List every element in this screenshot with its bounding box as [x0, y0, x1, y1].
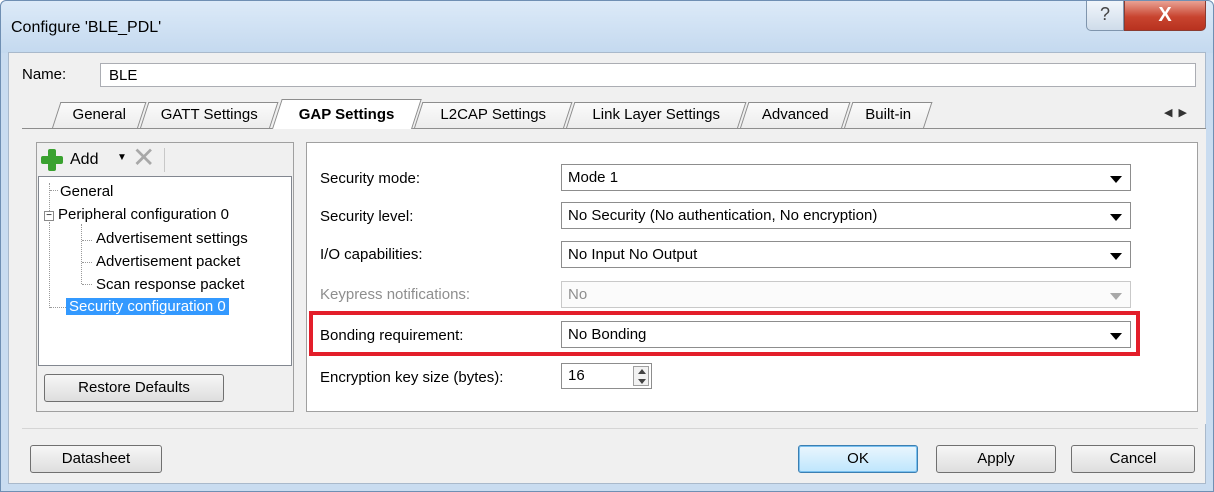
dropdown-arrow-icon: [1110, 253, 1122, 260]
tab-gap-settings[interactable]: GAP Settings: [272, 99, 422, 129]
encryption-key-size-label: Encryption key size (bytes):: [320, 369, 504, 386]
config-tree: [38, 176, 292, 366]
name-input[interactable]: BLE: [100, 63, 1196, 87]
tab-advanced[interactable]: Advanced: [740, 102, 851, 128]
help-icon: ?: [1099, 4, 1110, 24]
name-label: Name:: [22, 66, 67, 83]
tab-label: L2CAP Settings: [440, 106, 547, 123]
toolbar-separator: [164, 148, 165, 172]
tree-item-advertisement-settings[interactable]: Advertisement settings: [96, 230, 248, 247]
tree-item-general[interactable]: General: [60, 183, 113, 200]
tab-l2cap-settings[interactable]: L2CAP Settings: [414, 102, 573, 128]
tab-link-layer-settings[interactable]: Link Layer Settings: [566, 102, 747, 128]
delete-icon[interactable]: ✕: [132, 144, 155, 172]
tree-line: [81, 224, 82, 284]
security-mode-value: Mode 1: [568, 169, 619, 186]
bonding-requirement-value: No Bonding: [568, 326, 647, 343]
tab-scroll-arrows[interactable]: ◀▶: [1164, 106, 1193, 119]
io-capabilities-label: I/O capabilities:: [320, 246, 423, 263]
cancel-button[interactable]: Cancel: [1071, 445, 1195, 473]
tree-line: [49, 183, 50, 211]
tree-line: [50, 307, 66, 308]
add-plus-icon[interactable]: [40, 148, 64, 172]
tree-item-advertisement-packet[interactable]: Advertisement packet: [96, 253, 240, 270]
security-level-select[interactable]: No Security (No authentication, No encry…: [561, 202, 1131, 229]
tab-label: Link Layer Settings: [592, 106, 721, 123]
bonding-requirement-label: Bonding requirement:: [320, 327, 464, 344]
tree-line: [82, 240, 92, 241]
tree-line: [50, 190, 58, 191]
tab-scroll-right-icon[interactable]: ▶: [1178, 107, 1192, 119]
help-button[interactable]: ?: [1086, 1, 1124, 31]
tab-built-in[interactable]: Built-in: [844, 102, 933, 128]
dropdown-arrow-icon: [1110, 214, 1122, 221]
tab-gatt-settings[interactable]: GATT Settings: [140, 102, 279, 128]
dropdown-arrow-icon: [1110, 293, 1122, 300]
title-bar: Configure 'BLE_PDL': [1, 1, 1213, 53]
tree-line: [82, 284, 92, 285]
restore-defaults-button[interactable]: Restore Defaults: [44, 374, 224, 402]
datasheet-button[interactable]: Datasheet: [30, 445, 162, 473]
io-capabilities-value: No Input No Output: [568, 246, 698, 263]
security-mode-select[interactable]: Mode 1: [561, 164, 1131, 191]
close-icon: X: [1158, 4, 1172, 26]
encryption-key-size-value: 16: [568, 367, 585, 384]
footer-separator: [22, 428, 1198, 429]
tree-item-peripheral-configuration[interactable]: Peripheral configuration 0: [58, 206, 229, 223]
tab-label: General: [72, 106, 126, 123]
tab-scroll-left-icon[interactable]: ◀: [1164, 107, 1178, 119]
tree-item-security-configuration[interactable]: Security configuration 0: [66, 298, 229, 315]
io-capabilities-select[interactable]: No Input No Output: [561, 241, 1131, 268]
tab-label: Advanced: [761, 106, 829, 123]
spinner-arrows-icon[interactable]: [633, 366, 649, 386]
keypress-notifications-value: No: [568, 286, 588, 303]
close-button[interactable]: X: [1124, 1, 1206, 31]
apply-button[interactable]: Apply: [936, 445, 1056, 473]
tab-general[interactable]: General: [52, 102, 147, 128]
dropdown-arrow-icon: [1110, 176, 1122, 183]
security-mode-label: Security mode:: [320, 170, 421, 187]
keypress-notifications-select: No: [561, 281, 1131, 308]
bonding-requirement-select[interactable]: No Bonding: [561, 321, 1131, 348]
tab-label: GATT Settings: [160, 106, 258, 123]
security-level-value: No Security (No authentication, No encry…: [568, 207, 878, 224]
tree-item-scan-response-packet[interactable]: Scan response packet: [96, 276, 244, 293]
encryption-key-size-spinner[interactable]: 16: [561, 363, 652, 389]
dropdown-arrow-icon: [1110, 333, 1122, 340]
security-level-label: Security level:: [320, 208, 414, 225]
add-button-label[interactable]: Add: [70, 151, 98, 169]
tab-label: GAP Settings: [298, 106, 395, 123]
tree-collapse-icon[interactable]: −: [44, 211, 54, 221]
tab-label: Built-in: [865, 106, 912, 123]
tree-line: [82, 262, 92, 263]
add-dropdown-icon[interactable]: ▼: [117, 152, 127, 163]
keypress-notifications-label: Keypress notifications:: [320, 286, 471, 303]
window-title: Configure 'BLE_PDL': [11, 19, 162, 36]
ok-button[interactable]: OK: [798, 445, 918, 473]
tree-line: [49, 222, 50, 308]
